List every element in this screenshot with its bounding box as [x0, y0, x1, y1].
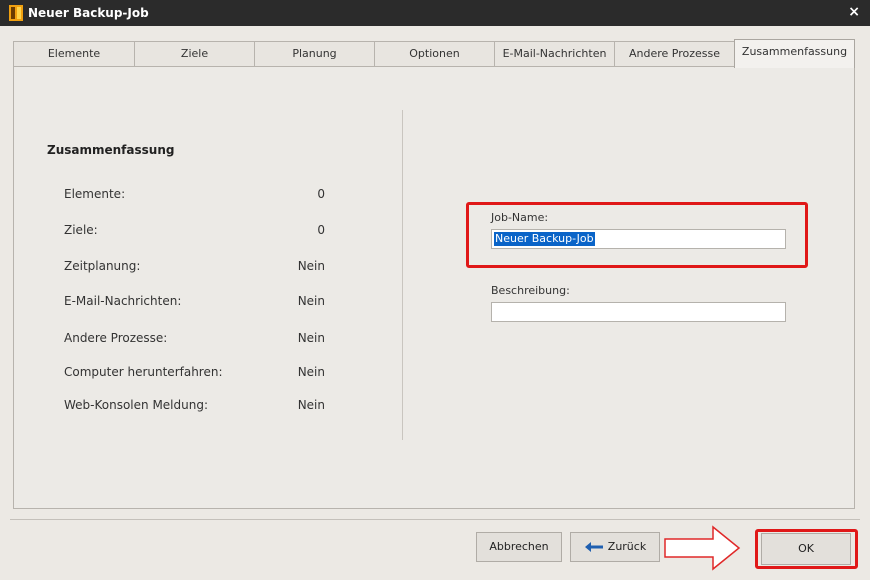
tab-optionen[interactable]: Optionen: [374, 41, 495, 67]
summary-value-computer-herunterfahren: Nein: [297, 365, 325, 379]
title-bar: Neuer Backup-Job ×: [0, 0, 870, 26]
tab-zusammenfassung[interactable]: Zusammenfassung: [734, 39, 855, 68]
job-name-highlight: [466, 202, 808, 268]
ok-button-highlight: [755, 529, 858, 569]
tab-elemente[interactable]: Elemente: [13, 41, 135, 67]
window-title: Neuer Backup-Job: [28, 6, 149, 20]
summary-label-elemente: Elemente:: [64, 187, 126, 201]
summary-panel: [13, 66, 855, 509]
summary-value-ziele: 0: [317, 223, 325, 237]
close-button[interactable]: ×: [848, 4, 860, 20]
tab-ziele[interactable]: Ziele: [134, 41, 255, 67]
summary-label-web-konsolen: Web-Konsolen Meldung:: [64, 398, 208, 412]
footer-separator: [10, 519, 860, 520]
tab-email-nachrichten[interactable]: E-Mail-Nachrichten: [494, 41, 615, 67]
summary-value-andere-prozesse: Nein: [297, 331, 325, 345]
summary-label-andere-prozesse: Andere Prozesse:: [64, 331, 168, 345]
panel-divider: [402, 110, 403, 440]
description-label: Beschreibung:: [491, 284, 570, 297]
summary-value-web-konsolen: Nein: [297, 398, 325, 412]
back-button[interactable]: Zurück: [570, 532, 660, 562]
cancel-button[interactable]: Abbrechen: [476, 532, 562, 562]
summary-label-zeitplanung: Zeitplanung:: [64, 259, 141, 273]
description-input[interactable]: [491, 302, 786, 322]
summary-label-ziele: Ziele:: [64, 223, 98, 237]
summary-value-elemente: 0: [317, 187, 325, 201]
summary-label-computer-herunterfahren: Computer herunterfahren:: [64, 365, 223, 379]
backup-app-icon: [9, 5, 23, 21]
summary-value-zeitplanung: Nein: [297, 259, 325, 273]
tab-planung[interactable]: Planung: [254, 41, 375, 67]
tab-andere-prozesse[interactable]: Andere Prozesse: [614, 41, 735, 67]
arrow-right-outline-icon: [664, 525, 741, 571]
arrow-left-icon: [584, 542, 603, 552]
tab-bar: Elemente Ziele Planung Optionen E-Mail-N…: [13, 39, 855, 68]
back-button-label: Zurück: [607, 540, 647, 553]
summary-title: Zusammenfassung: [47, 143, 175, 157]
summary-label-email: E-Mail-Nachrichten:: [64, 294, 182, 308]
summary-value-email: Nein: [297, 294, 325, 308]
